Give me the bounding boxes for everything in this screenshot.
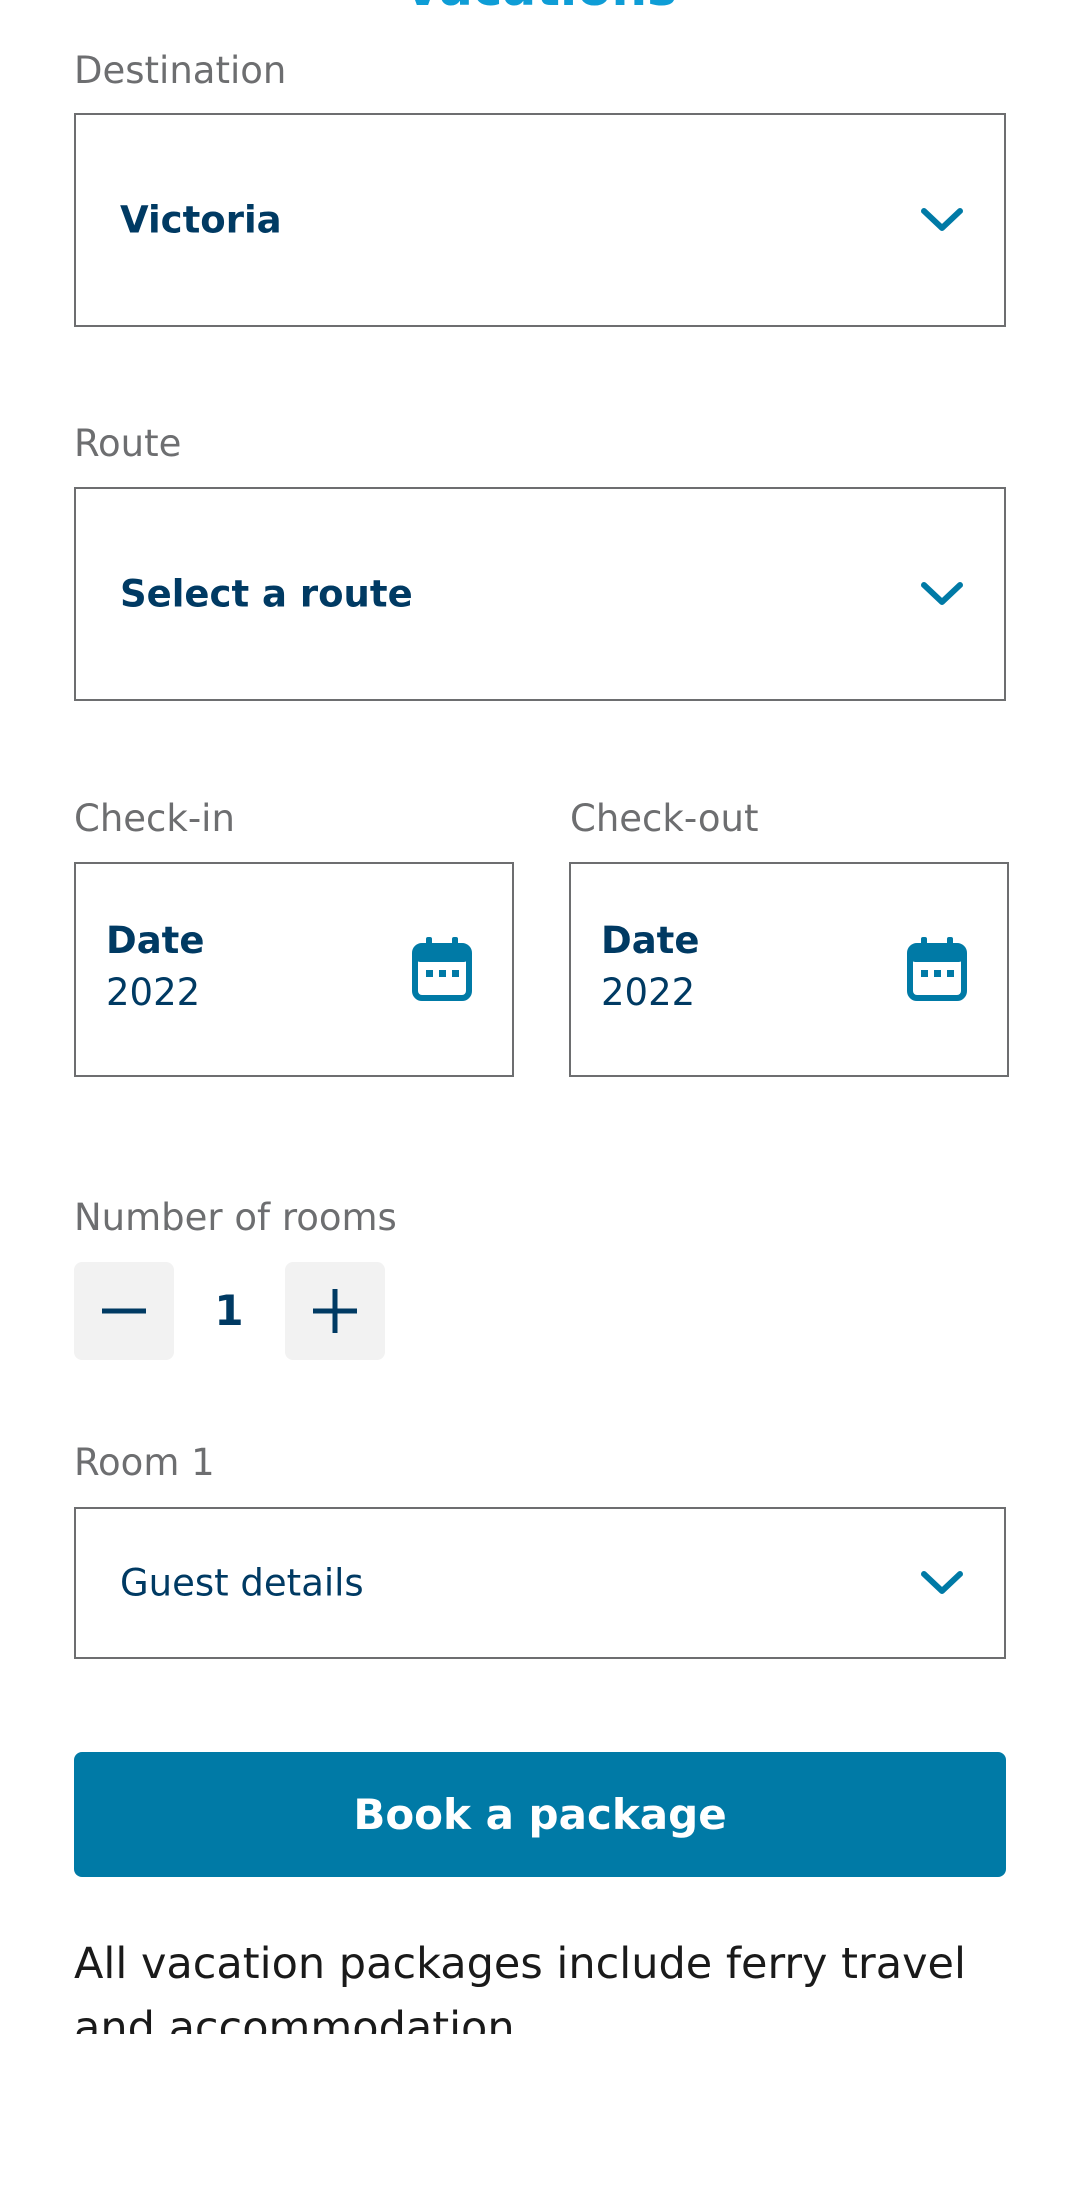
- destination-label: Destination: [74, 49, 287, 92]
- minus-icon: [102, 1308, 146, 1314]
- check-out-year: 2022: [601, 971, 696, 1014]
- decrease-rooms-button[interactable]: [74, 1262, 174, 1360]
- chevron-down-icon: [921, 582, 963, 605]
- guest-details-select[interactable]: Guest details: [74, 1507, 1006, 1659]
- check-out-date-title: Date: [601, 919, 700, 962]
- guest-details-value: Guest details: [120, 1561, 364, 1605]
- check-in-label: Check-in: [74, 797, 235, 840]
- check-in-year: 2022: [106, 971, 201, 1014]
- book-package-button[interactable]: Book a package: [74, 1752, 1006, 1877]
- route-label: Route: [74, 422, 182, 465]
- chevron-down-icon: [921, 208, 963, 231]
- rooms-count: 1: [214, 1286, 244, 1335]
- check-in-date-picker[interactable]: Date 2022: [74, 862, 514, 1077]
- check-out-label: Check-out: [570, 797, 759, 840]
- destination-select[interactable]: Victoria: [74, 113, 1006, 327]
- page-title: Vacations: [0, 0, 1080, 10]
- destination-value: Victoria: [120, 198, 282, 242]
- increase-rooms-button[interactable]: [285, 1262, 385, 1360]
- rooms-label: Number of rooms: [74, 1196, 397, 1239]
- calendar-icon: [412, 937, 472, 1001]
- plus-icon: [313, 1289, 357, 1333]
- check-in-date-title: Date: [106, 919, 205, 962]
- route-select[interactable]: Select a route: [74, 487, 1006, 701]
- calendar-icon: [907, 937, 967, 1001]
- route-value: Select a route: [120, 572, 413, 616]
- chevron-down-icon: [921, 1571, 963, 1594]
- packages-info-text: All vacation packages include ferry trav…: [74, 1939, 966, 2034]
- check-out-date-picker[interactable]: Date 2022: [569, 862, 1009, 1077]
- room1-label: Room 1: [74, 1441, 215, 1484]
